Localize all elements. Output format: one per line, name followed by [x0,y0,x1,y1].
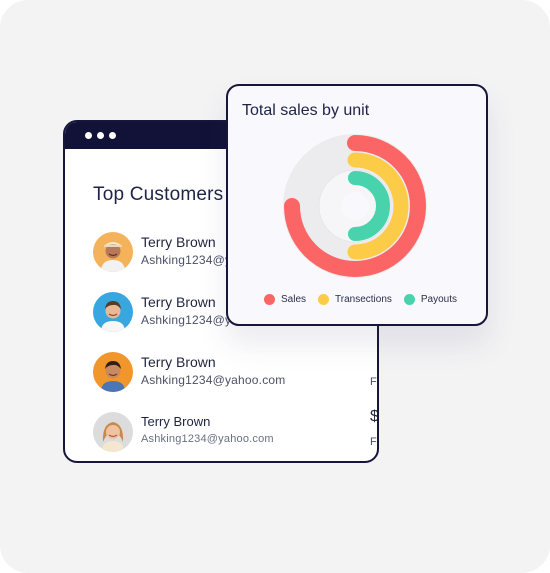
legend-label: Payouts [420,294,458,305]
customer-meta: F( [370,376,377,388]
customer-name: Terry Brown [141,234,216,250]
customer-email: Ashking1234@yahoo.com [141,373,286,387]
avatar [93,232,133,272]
avatar [93,412,133,452]
window-dot[interactable] [109,132,116,139]
customer-meta: F( [370,436,377,448]
sales-chart-card: Total sales by unit Sales Transections P… [226,84,488,326]
customers-title: Top Customers [93,184,224,205]
customer-amount: $ [370,408,379,425]
radial-chart [283,134,427,278]
legend-item-transections: Transections [318,294,392,305]
customer-row[interactable]: Terry Brown Ashking1234@yahoo.com $ F( [93,408,379,456]
legend-sales-dot [264,294,275,305]
window-dot[interactable] [85,132,92,139]
customer-name: Terry Brown [141,414,211,429]
legend-item-sales: Sales [264,294,306,305]
chart-legend: Sales Transections Payouts [264,294,457,305]
customer-name: Terry Brown [141,354,216,370]
legend-label: Transections [335,294,392,305]
window-dot[interactable] [97,132,104,139]
legend-label: Sales [281,294,307,305]
avatar [93,292,133,332]
avatar [93,352,133,392]
chart-center [341,192,369,220]
customer-email: Ashking1234@yahoo.com [141,433,274,445]
legend-payouts-dot [403,294,415,305]
legend-item-payouts: Payouts [403,294,458,305]
customer-name: Terry Brown [141,294,216,310]
legend-transections-dot [318,294,330,305]
customer-row[interactable]: Terry Brown Ashking1234@yahoo.com F( [93,350,377,396]
